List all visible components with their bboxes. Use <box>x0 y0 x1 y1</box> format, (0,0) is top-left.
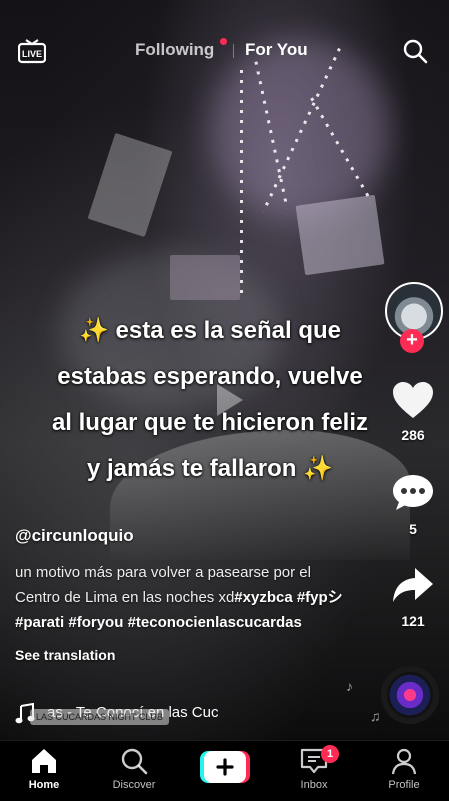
share-icon <box>393 568 433 602</box>
see-translation-link[interactable]: See translation <box>15 647 355 663</box>
hashtag-link[interactable]: #teconocienlascucardas <box>128 614 302 631</box>
create-button[interactable] <box>200 751 250 783</box>
light-string <box>240 70 243 300</box>
share-button[interactable]: 121 <box>383 566 443 629</box>
follow-button[interactable]: + <box>400 329 424 353</box>
inbox-badge: 1 <box>321 745 339 763</box>
video-description: un motivo más para volver a pasearse por… <box>15 560 355 635</box>
hashtag-link[interactable]: #parati <box>15 614 64 631</box>
home-icon <box>32 749 56 773</box>
nav-discover-label: Discover <box>112 779 156 791</box>
live-icon[interactable]: LIVE <box>17 38 47 64</box>
tab-for-you[interactable]: For You <box>245 40 308 60</box>
neon-sign <box>295 194 385 276</box>
floating-note-icon: ♫ <box>370 708 381 724</box>
profile-icon <box>391 748 417 775</box>
caption-line: ✨ esta es la señal que <box>78 317 341 344</box>
neon-sign <box>87 132 173 238</box>
hashtag-link[interactable]: #foryou <box>68 614 123 631</box>
nav-profile-label: Profile <box>388 779 420 791</box>
search-icon[interactable] <box>402 38 428 64</box>
tab-following[interactable]: Following <box>135 40 214 60</box>
like-count: 286 <box>401 427 425 443</box>
discover-search-icon <box>121 748 148 775</box>
tab-divider <box>233 44 234 58</box>
live-label: LIVE <box>22 49 42 59</box>
nav-discover[interactable]: Discover <box>99 747 169 791</box>
floating-note-icon: ♪ <box>346 678 353 694</box>
share-count: 121 <box>401 613 425 629</box>
nav-inbox-label: Inbox <box>300 779 328 791</box>
play-icon[interactable] <box>207 380 247 420</box>
caption-line: y jamás te fallaron ✨ <box>87 455 333 482</box>
neon-sign <box>170 255 240 300</box>
location-sticker: LAS CUCARDAS NIGHT CLUB <box>30 709 169 725</box>
nav-home[interactable]: Home <box>9 747 79 791</box>
heart-icon <box>393 382 433 418</box>
nav-inbox[interactable]: 1 Inbox <box>279 745 349 791</box>
nav-profile[interactable]: Profile <box>369 747 439 791</box>
following-notification-dot <box>220 38 227 45</box>
comment-count: 5 <box>409 521 417 537</box>
comment-icon <box>393 475 433 510</box>
nav-home-label: Home <box>28 779 60 791</box>
music-disc[interactable] <box>381 666 439 724</box>
hashtag-link[interactable]: #fypシ <box>297 589 343 606</box>
like-button[interactable]: 286 <box>383 380 443 443</box>
video-info: @circunloquio un motivo más para volver … <box>15 526 355 663</box>
bottom-nav: Home Discover 1 Inbox Profile <box>0 740 449 801</box>
hashtag-link[interactable]: #xyzbca <box>234 589 292 606</box>
comment-button[interactable]: 5 <box>383 472 443 537</box>
author-username[interactable]: @circunloquio <box>15 526 355 546</box>
top-bar: LIVE Following For You <box>0 30 449 70</box>
